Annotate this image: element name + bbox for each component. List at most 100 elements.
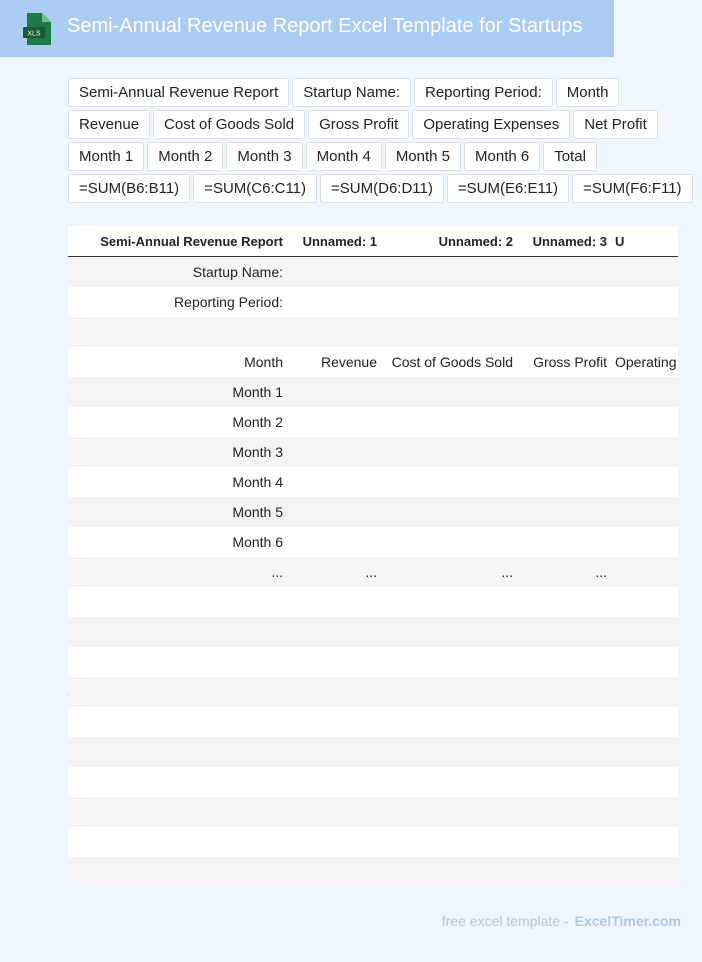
table-cell[interactable]: Month 2 <box>83 407 287 437</box>
table-cell[interactable] <box>517 647 611 677</box>
table-cell[interactable] <box>517 527 611 557</box>
table-cell[interactable] <box>517 287 611 317</box>
table-cell[interactable] <box>287 287 381 317</box>
table-cell[interactable] <box>517 317 611 347</box>
table-cell[interactable]: Revenue <box>287 347 381 377</box>
table-cell[interactable]: Month 3 <box>83 437 287 467</box>
keyword-chip[interactable]: Semi-Annual Revenue Report <box>68 78 290 107</box>
table-cell[interactable] <box>381 377 517 407</box>
table-cell[interactable] <box>287 467 381 497</box>
table-cell[interactable] <box>517 677 611 707</box>
table-cell[interactable] <box>287 767 381 797</box>
table-cell[interactable]: ... <box>83 557 287 587</box>
keyword-chip[interactable]: =SUM(F6:F11) <box>572 174 693 203</box>
table-cell[interactable] <box>611 857 678 886</box>
table-cell[interactable] <box>287 827 381 857</box>
table-cell[interactable] <box>611 467 678 497</box>
table-cell[interactable] <box>381 256 517 287</box>
table-cell[interactable] <box>611 317 678 347</box>
table-cell[interactable]: Month 4 <box>83 467 287 497</box>
table-cell[interactable] <box>381 467 517 497</box>
table-cell[interactable] <box>611 527 678 557</box>
table-cell[interactable] <box>287 527 381 557</box>
table-cell[interactable] <box>611 557 678 587</box>
table-cell[interactable]: Month 5 <box>83 497 287 527</box>
keyword-chip[interactable]: =SUM(B6:B11) <box>68 174 191 203</box>
table-cell[interactable] <box>381 587 517 617</box>
keyword-chip[interactable]: Month 1 <box>68 142 145 171</box>
table-cell[interactable] <box>381 617 517 647</box>
keyword-chip[interactable]: =SUM(E6:E11) <box>446 174 570 203</box>
table-cell[interactable] <box>611 647 678 677</box>
table-cell[interactable] <box>381 317 517 347</box>
table-cell[interactable]: Operating <box>611 347 678 377</box>
table-cell[interactable] <box>611 437 678 467</box>
table-cell[interactable] <box>517 437 611 467</box>
keyword-chip[interactable]: Month 6 <box>464 142 541 171</box>
table-cell[interactable] <box>287 857 381 886</box>
table-cell[interactable] <box>611 377 678 407</box>
table-cell[interactable] <box>381 827 517 857</box>
keyword-chip[interactable]: Gross Profit <box>308 110 410 139</box>
table-cell[interactable]: Startup Name: <box>83 256 287 287</box>
table-cell[interactable] <box>517 737 611 767</box>
table-cell[interactable] <box>517 707 611 737</box>
table-cell[interactable] <box>611 677 678 707</box>
table-cell[interactable] <box>611 737 678 767</box>
table-cell[interactable] <box>83 647 287 677</box>
table-cell[interactable] <box>611 497 678 527</box>
table-cell[interactable]: Month <box>83 347 287 377</box>
keyword-chip[interactable]: Month <box>555 78 620 107</box>
table-cell[interactable] <box>381 527 517 557</box>
table-cell[interactable] <box>517 497 611 527</box>
table-cell[interactable] <box>517 797 611 827</box>
table-cell[interactable] <box>381 287 517 317</box>
table-cell[interactable] <box>381 407 517 437</box>
table-cell[interactable] <box>517 256 611 287</box>
table-cell[interactable] <box>611 617 678 647</box>
table-cell[interactable] <box>517 767 611 797</box>
table-cell[interactable] <box>287 797 381 827</box>
keyword-chip[interactable]: Month 3 <box>226 142 303 171</box>
table-cell[interactable] <box>611 707 678 737</box>
table-cell[interactable] <box>517 467 611 497</box>
table-cell[interactable] <box>517 377 611 407</box>
table-cell[interactable] <box>611 827 678 857</box>
table-cell[interactable]: Month 6 <box>83 527 287 557</box>
table-cell[interactable] <box>287 256 381 287</box>
table-cell[interactable] <box>83 797 287 827</box>
table-cell[interactable] <box>83 857 287 886</box>
table-cell[interactable] <box>517 857 611 886</box>
keyword-chip[interactable]: Net Profit <box>573 110 658 139</box>
table-cell[interactable] <box>287 647 381 677</box>
table-cell[interactable]: Month 1 <box>83 377 287 407</box>
table-cell[interactable] <box>287 737 381 767</box>
table-cell[interactable]: ... <box>381 557 517 587</box>
table-cell[interactable] <box>517 827 611 857</box>
brand-link[interactable]: ExcelTimer.com <box>575 913 681 929</box>
table-cell[interactable] <box>287 317 381 347</box>
table-cell[interactable] <box>83 617 287 647</box>
table-cell[interactable] <box>83 767 287 797</box>
table-cell[interactable] <box>611 256 678 287</box>
table-cell[interactable] <box>287 497 381 527</box>
table-cell[interactable] <box>83 677 287 707</box>
table-cell[interactable] <box>381 647 517 677</box>
table-cell[interactable]: Gross Profit <box>517 347 611 377</box>
keyword-chip[interactable]: Month 4 <box>305 142 382 171</box>
table-cell[interactable] <box>83 827 287 857</box>
table-cell[interactable] <box>83 737 287 767</box>
table-cell[interactable]: ... <box>287 557 381 587</box>
table-cell[interactable] <box>287 617 381 647</box>
table-cell[interactable]: Reporting Period: <box>83 287 287 317</box>
table-cell[interactable] <box>287 437 381 467</box>
table-cell[interactable] <box>381 497 517 527</box>
keyword-chip[interactable]: Operating Expenses <box>412 110 571 139</box>
table-cell[interactable] <box>611 797 678 827</box>
table-cell[interactable] <box>83 317 287 347</box>
table-cell[interactable] <box>381 737 517 767</box>
table-cell[interactable] <box>83 707 287 737</box>
keyword-chip[interactable]: Revenue <box>68 110 151 139</box>
table-cell[interactable] <box>611 407 678 437</box>
keyword-chip[interactable]: Reporting Period: <box>414 78 553 107</box>
